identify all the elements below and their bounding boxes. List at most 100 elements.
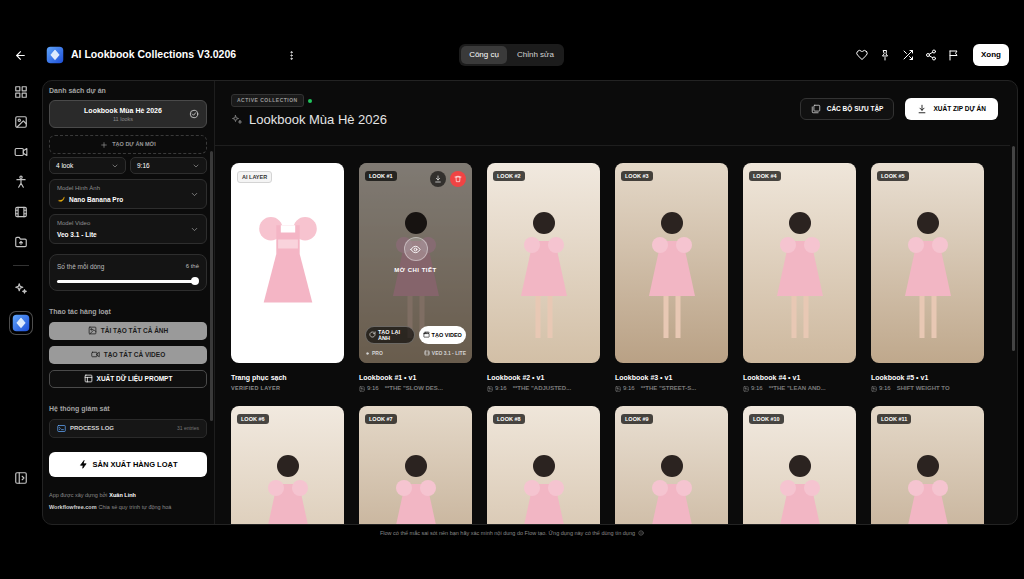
look-image[interactable]: LOOK #8 — [487, 406, 600, 524]
select-value[interactable]: 9:16 — [137, 161, 150, 171]
look-card[interactable]: MỞ CHI TIẾTTẠO LẠI ẢNHTẠO VIDEOPROVEO 3.… — [359, 163, 472, 392]
look-card[interactable]: LOOK #3Lookbook #3 • v19:16**THE "STREET… — [615, 163, 728, 392]
dashboard-icon[interactable] — [14, 85, 28, 99]
batch-button[interactable]: XUẤT DỮ LIỆU PROMPT — [49, 370, 207, 388]
chevron-down-icon[interactable] — [190, 190, 199, 199]
button-label[interactable]: XUẤT ZIP DỰ ÁN — [933, 104, 986, 114]
look-image[interactable]: LOOK #7 — [359, 406, 472, 524]
shuffle-icon[interactable] — [902, 49, 914, 61]
aspect-select[interactable]: 9:16 — [130, 157, 207, 174]
app-logo-icon[interactable] — [12, 314, 30, 332]
delete-button[interactable] — [450, 171, 466, 187]
look-card[interactable]: LOOK #6 — [231, 406, 344, 524]
pin-icon[interactable] — [879, 49, 891, 61]
image-icon[interactable] — [88, 326, 97, 335]
download-button[interactable] — [430, 171, 446, 187]
look-image[interactable]: LOOK #4 — [743, 163, 856, 363]
look-card[interactable]: LOOK #2Lookbook #2 • v19:16**THE "ADJUST… — [487, 163, 600, 392]
chevron-down-icon[interactable] — [111, 162, 119, 170]
sidebar-scrollbar[interactable] — [210, 81, 214, 524]
image-icon[interactable] — [14, 115, 28, 129]
eye-icon[interactable] — [410, 244, 421, 255]
person-icon[interactable] — [14, 175, 28, 189]
look-card[interactable]: LOOK #10 — [743, 406, 856, 524]
look-image[interactable]: LOOK #11 — [871, 406, 984, 524]
folder-icon[interactable] — [14, 235, 28, 249]
open-detail[interactable]: MỞ CHI TIẾT — [365, 187, 466, 326]
rail-item[interactable] — [14, 205, 28, 219]
clapper-icon[interactable] — [423, 331, 430, 338]
look-image[interactable]: LOOK #9 — [615, 406, 728, 524]
mode-tab[interactable]: Chỉnh sửa — [509, 46, 562, 64]
look-image[interactable]: LOOK #5 — [871, 163, 984, 363]
button-label[interactable]: TẠO VIDEO — [432, 332, 462, 338]
batch-button[interactable]: TẠO TẤT CẢ VIDEO — [49, 346, 207, 364]
refresh-icon[interactable] — [369, 331, 376, 338]
look-card[interactable]: LOOK #11 — [871, 406, 984, 524]
mode-tab[interactable]: Công cụ — [461, 46, 507, 64]
share-icon[interactable] — [925, 49, 937, 61]
look-card[interactable]: LOOK #7 — [359, 406, 472, 524]
export-zip-button[interactable]: XUẤT ZIP DỰ ÁN — [905, 98, 998, 120]
lightning-icon[interactable] — [79, 460, 88, 469]
slider-knob[interactable] — [191, 277, 199, 285]
button-label[interactable]: SẢN XUẤT HÀNG LOẠT — [93, 459, 178, 470]
project-card[interactable]: Lookbook Mùa Hè 202611 looks — [49, 100, 207, 128]
button-label[interactable]: XUẤT DỮ LIỆU PROMPT — [97, 374, 173, 384]
regenerate-button[interactable]: TẠO LẠI ẢNH — [365, 326, 415, 344]
flag-icon[interactable] — [948, 49, 960, 61]
button-label[interactable]: TẠO TẤT CẢ VIDEO — [104, 350, 165, 360]
rail-item[interactable] — [14, 115, 28, 129]
rail-item[interactable] — [14, 282, 28, 296]
rail-item[interactable] — [14, 145, 28, 159]
look-image[interactable]: LOOK #3 — [615, 163, 728, 363]
select-value[interactable]: 4 look — [56, 161, 73, 171]
button-label[interactable]: TẢI TẠO TẤT CẢ ẢNH — [101, 326, 169, 336]
source-card[interactable]: AI LAYERTrang phục sạchVERIFIED LAYER — [231, 163, 344, 392]
more-menu-icon[interactable] — [286, 50, 297, 61]
info-icon[interactable] — [638, 530, 644, 536]
process-log[interactable]: PROCESS LOG31 entries — [49, 419, 207, 438]
look-image[interactable]: LOOK #2 — [487, 163, 600, 363]
look-image[interactable]: MỞ CHI TIẾTTẠO LẠI ẢNHTẠO VIDEOPROVEO 3.… — [359, 163, 472, 363]
look-image[interactable]: LOOK #6 — [231, 406, 344, 524]
slider-track[interactable] — [57, 280, 195, 283]
rail-item[interactable] — [14, 235, 28, 249]
video-icon[interactable] — [91, 350, 100, 359]
sparkles-icon[interactable] — [14, 282, 28, 296]
done-button[interactable]: Xong — [973, 44, 1009, 66]
look-count-select[interactable]: 4 look — [49, 157, 126, 174]
rail-item[interactable] — [14, 471, 28, 485]
rail-item[interactable] — [14, 175, 28, 189]
heart-icon[interactable] — [856, 49, 868, 61]
eye-button[interactable] — [404, 237, 428, 261]
chevron-down-icon[interactable] — [192, 162, 200, 170]
make-video-button[interactable]: TẠO VIDEO — [419, 326, 467, 344]
chevron-down-icon[interactable] — [190, 225, 199, 234]
model-value[interactable]: Veo 3.1 - Lite — [57, 230, 97, 239]
product-image[interactable]: AI LAYER — [231, 163, 344, 363]
grid-scrollbar[interactable] — [1010, 81, 1017, 524]
download-icon[interactable] — [917, 104, 927, 114]
rail-item[interactable] — [10, 312, 32, 334]
model-value[interactable]: Nano Banana Pro — [69, 195, 123, 204]
slider-fill[interactable] — [57, 280, 195, 283]
panel-icon[interactable] — [14, 471, 28, 485]
collections-icon[interactable] — [811, 104, 821, 114]
look-card[interactable]: LOOK #5Lookbook #5 • v19:16SHIFT WEIGHT … — [871, 163, 984, 392]
look-card[interactable]: LOOK #4Lookbook #4 • v19:16**THE "LEAN A… — [743, 163, 856, 392]
scroll-thumb[interactable] — [1012, 146, 1015, 351]
look-card[interactable]: LOOK #8 — [487, 406, 600, 524]
image-model-select[interactable]: Model Hình ẢnhNano Banana Pro — [49, 179, 207, 209]
trash-icon[interactable] — [454, 175, 462, 183]
video-icon[interactable] — [14, 145, 28, 159]
plus-icon[interactable] — [100, 141, 108, 149]
button-label[interactable]: TẠO LẠI ẢNH — [378, 329, 411, 341]
look-image[interactable]: LOOK #10 — [743, 406, 856, 524]
film-icon[interactable] — [14, 205, 28, 219]
open-detail-label[interactable]: MỞ CHI TIẾT — [394, 266, 436, 275]
new-project-button[interactable]: TẠO DỰ ÁN MỚI — [49, 135, 207, 154]
look-card[interactable]: LOOK #9 — [615, 406, 728, 524]
download-icon[interactable] — [434, 175, 442, 183]
collections-button[interactable]: CÁC BỘ SƯU TẬP — [800, 98, 895, 120]
